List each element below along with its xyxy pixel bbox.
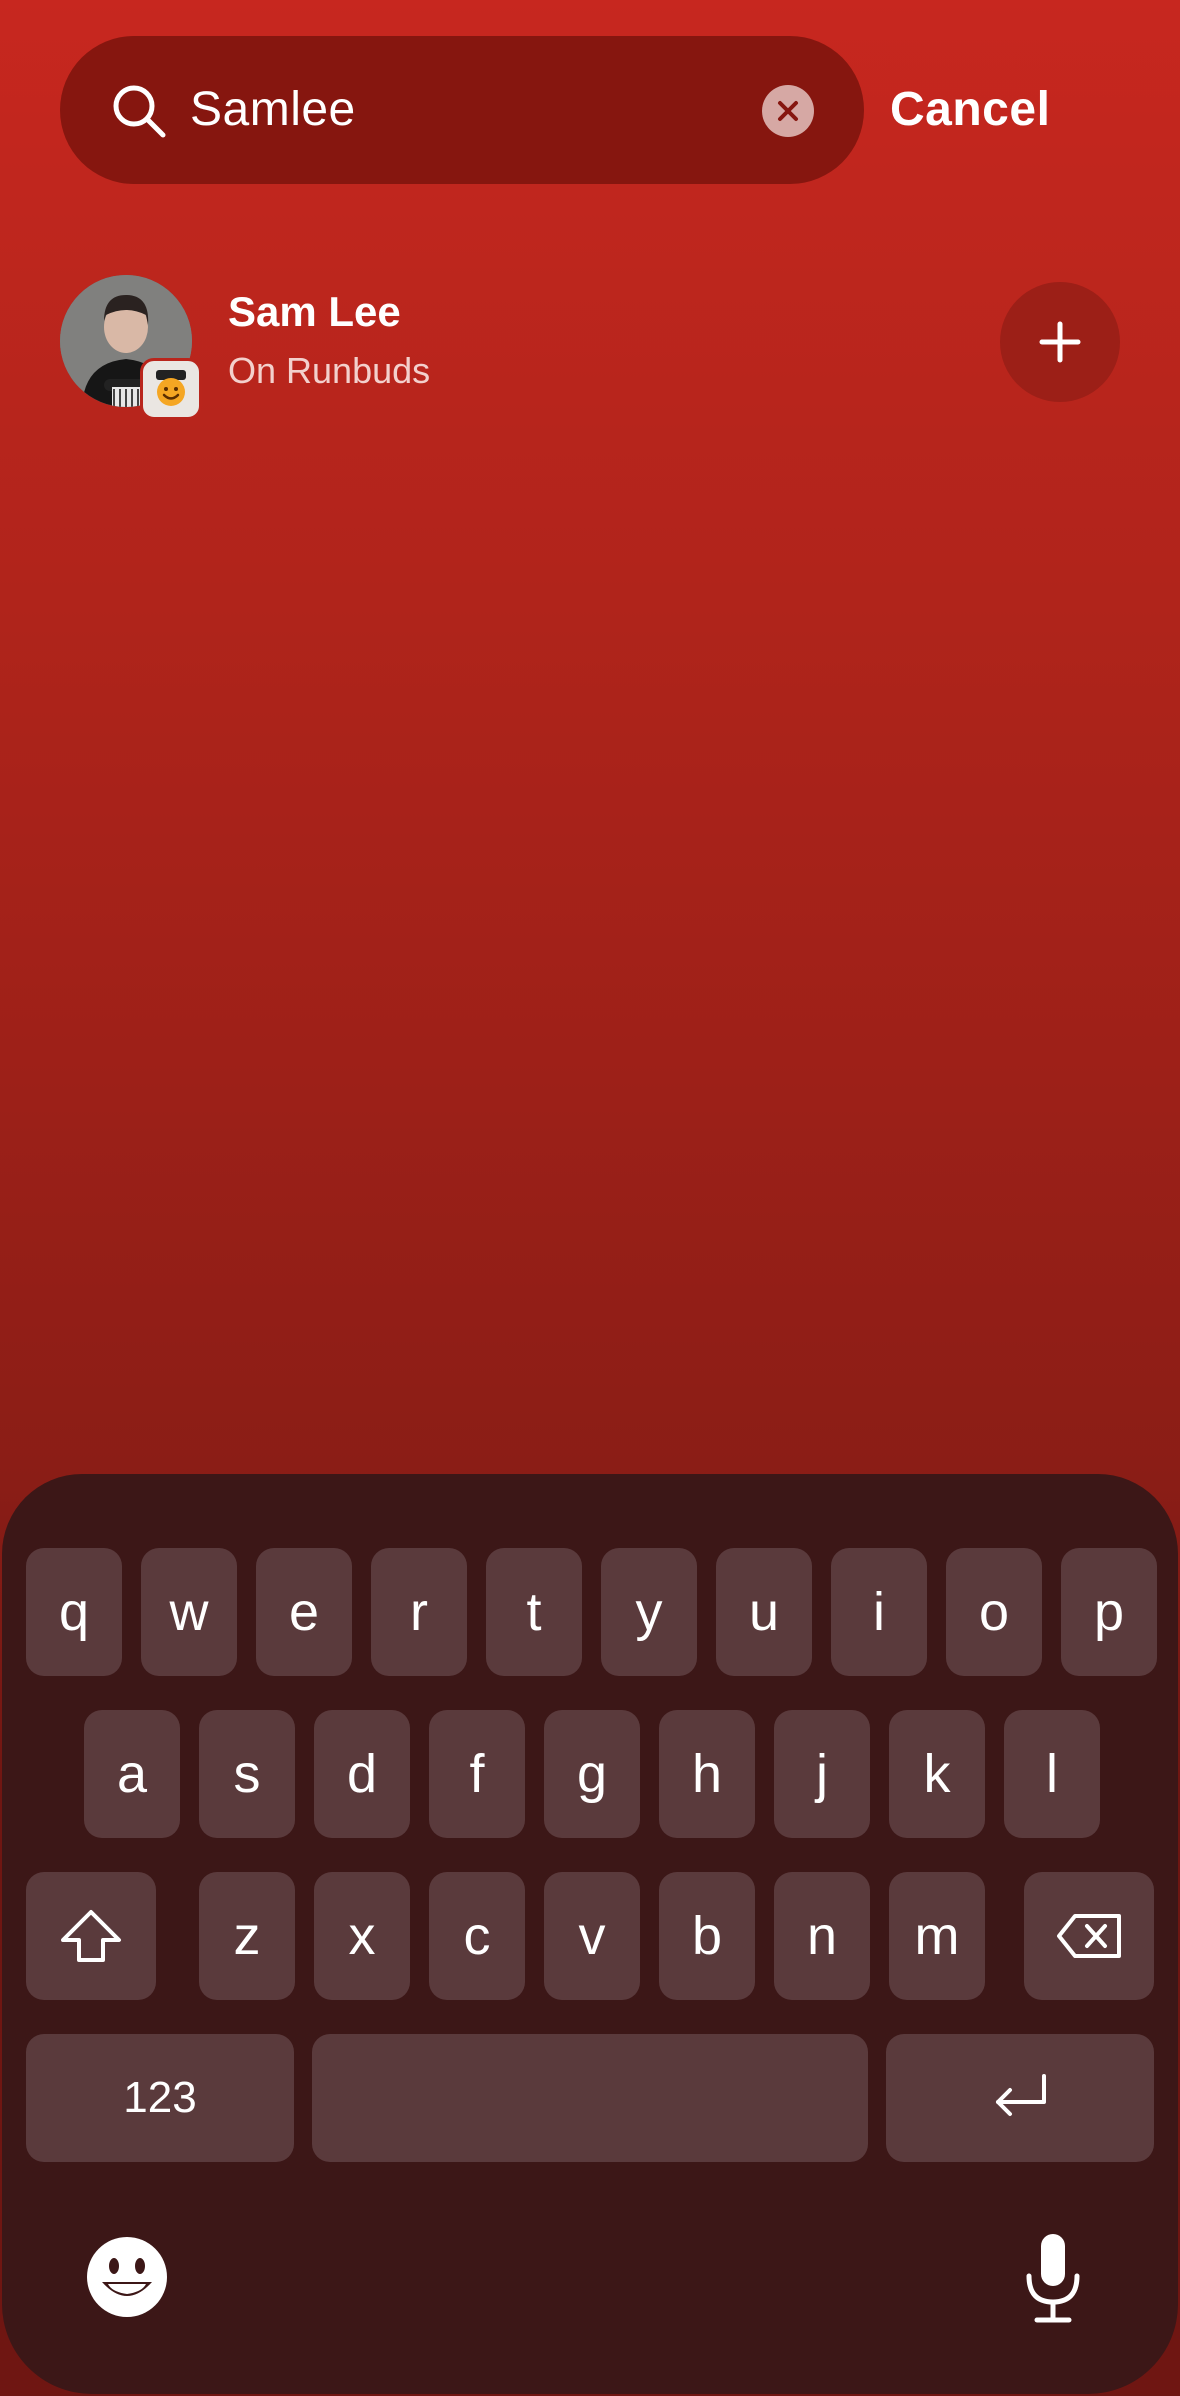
key-s[interactable]: s [199,1710,295,1838]
key-r[interactable]: r [371,1548,467,1676]
emoji-button[interactable] [82,2232,172,2322]
plus-icon [1039,321,1081,363]
shift-icon [61,1910,121,1962]
key-o[interactable]: o [946,1548,1042,1676]
clear-icon [778,101,798,121]
key-b[interactable]: b [659,1872,755,2000]
key-a[interactable]: a [84,1710,180,1838]
key-i[interactable]: i [831,1548,927,1676]
key-h[interactable]: h [659,1710,755,1838]
return-key[interactable] [886,2034,1154,2162]
add-friend-button[interactable] [1000,282,1120,402]
cancel-button[interactable]: Cancel [890,36,1050,184]
key-t[interactable]: t [486,1548,582,1676]
microphone-icon [1026,2234,1080,2323]
key-g[interactable]: g [544,1710,640,1838]
search-field[interactable]: Samlee [60,36,864,184]
space-key[interactable] [312,2034,868,2162]
shift-key[interactable] [26,1872,156,2000]
key-n[interactable]: n [774,1872,870,2000]
key-x[interactable]: x [314,1872,410,2000]
key-d[interactable]: d [314,1710,410,1838]
key-m[interactable]: m [889,1872,985,2000]
key-p[interactable]: p [1061,1548,1157,1676]
return-icon [996,2074,1046,2116]
key-f[interactable]: f [429,1710,525,1838]
smiley-app-icon [156,370,186,406]
key-w[interactable]: w [141,1548,237,1676]
numbers-key[interactable]: 123 [26,2034,294,2162]
search-icon [113,85,166,138]
backspace-icon [1057,1914,1121,1958]
key-z[interactable]: z [199,1872,295,2000]
search-result-row[interactable]: Sam Lee On Runbuds [0,270,1180,420]
key-u[interactable]: u [716,1548,812,1676]
key-y[interactable]: y [601,1548,697,1676]
clear-search-button[interactable] [762,85,814,137]
key-k[interactable]: k [889,1710,985,1838]
key-c[interactable]: c [429,1872,525,2000]
search-screen: Samlee Cancel Sam Lee On Runbuds q w e r… [0,0,1180,2396]
backspace-key[interactable] [1024,1872,1154,2000]
key-l[interactable]: l [1004,1710,1100,1838]
emoji-icon [87,2237,167,2317]
user-status: On Runbuds [228,350,431,391]
dictation-button[interactable] [1008,2228,1098,2328]
search-input[interactable]: Samlee [190,36,356,184]
runbuds-app-badge [140,358,202,420]
key-v[interactable]: v [544,1872,640,2000]
key-e[interactable]: e [256,1548,352,1676]
user-name: Sam Lee [228,288,401,335]
key-j[interactable]: j [774,1710,870,1838]
key-q[interactable]: q [26,1548,122,1676]
on-screen-keyboard: q w e r t y u i o p a s d f g h j k l z … [2,1474,1178,2394]
